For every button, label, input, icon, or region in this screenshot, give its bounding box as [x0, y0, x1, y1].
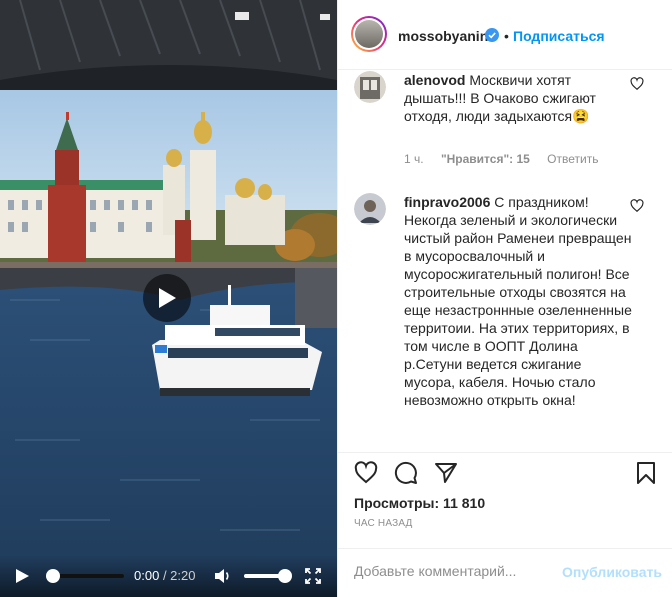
commenter-avatar[interactable] [354, 71, 386, 103]
time-display: 0:00 / 2:20 [134, 568, 195, 583]
volume-icon[interactable] [214, 567, 232, 585]
video-player[interactable]: 0:00 / 2:20 [0, 0, 337, 597]
comment-likes[interactable]: "Нравится": 15 [441, 152, 530, 166]
follow-button[interactable]: Подписаться [513, 28, 605, 44]
avatar-image [355, 20, 383, 48]
avatar[interactable] [351, 16, 387, 52]
author-username[interactable]: mossobyanin [398, 28, 488, 44]
commenter-avatar[interactable] [354, 193, 386, 225]
play-icon[interactable] [14, 568, 30, 584]
comment-icon[interactable] [394, 461, 418, 485]
comment-content: С праздником! Некогда зеленый и экологич… [404, 194, 632, 408]
comment-time[interactable]: 1 ч. [404, 152, 424, 166]
current-time: 0:00 [134, 568, 160, 583]
post-dialog: 0:00 / 2:20 mossobyanin • Подписаться al… [0, 0, 672, 597]
bookmark-icon[interactable] [634, 461, 658, 485]
add-comment-bar: Опубликовать [338, 548, 672, 597]
heart-icon[interactable] [630, 77, 644, 91]
comment-meta: 1 ч. "Нравится": 15 Ответить [404, 152, 612, 166]
video-controls: 0:00 / 2:20 [0, 555, 337, 597]
comment-username[interactable]: finpravo2006 [404, 194, 490, 210]
comment-input[interactable] [354, 563, 554, 579]
reply-button[interactable]: Ответить [547, 152, 598, 166]
comment-text: alenovod Москвичи хотят дышать!!! В Очак… [404, 71, 634, 125]
volume-knob[interactable] [278, 569, 292, 583]
verified-icon [485, 28, 499, 42]
heart-icon[interactable] [354, 461, 378, 485]
comment-text: finpravo2006 С праздником! Некогда зелен… [404, 193, 634, 409]
post-actions: Просмотры: 11 810 [338, 452, 672, 512]
seek-knob[interactable] [46, 569, 60, 583]
comment-username[interactable]: alenovod [404, 72, 465, 88]
publish-button[interactable]: Опубликовать [562, 564, 662, 580]
comments-list[interactable]: alenovod Москвичи хотят дышать!!! В Очак… [338, 71, 672, 452]
volume-slider[interactable] [244, 569, 292, 583]
share-icon[interactable] [434, 461, 458, 485]
post-timestamp[interactable]: ЧАС НАЗАД [354, 518, 413, 529]
header-separator: • [504, 28, 509, 44]
post-sidebar: mossobyanin • Подписаться alenovod Москв… [337, 0, 672, 597]
duration: / 2:20 [162, 568, 196, 583]
heart-icon[interactable] [630, 199, 644, 213]
fullscreen-icon[interactable] [304, 567, 322, 585]
post-header: mossobyanin • Подписаться [338, 0, 672, 70]
seek-bar[interactable] [46, 569, 124, 583]
view-count[interactable]: Просмотры: 11 810 [354, 495, 485, 511]
play-icon [159, 288, 176, 308]
play-overlay-button[interactable] [143, 274, 191, 322]
